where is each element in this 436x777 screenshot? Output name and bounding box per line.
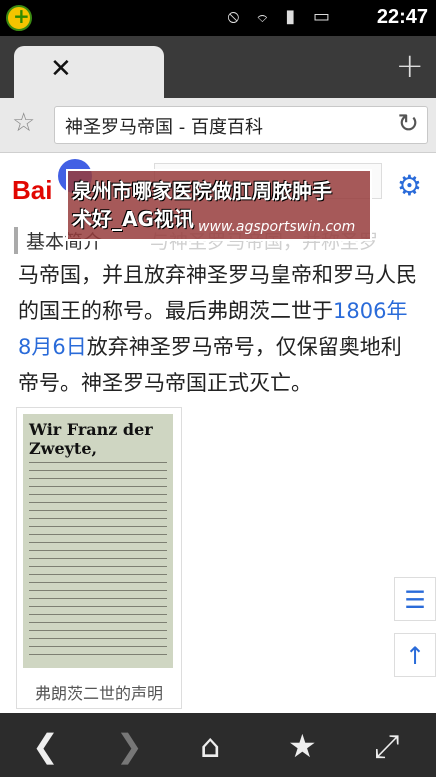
baidu-logo[interactable]: Bai <box>12 175 52 206</box>
document-text-lines <box>29 458 167 660</box>
table-of-contents-icon[interactable]: ☰ <box>394 577 436 621</box>
ad-overlay[interactable]: 泉州市哪家医院做肛周脓肿手 术好_AG视讯 www.agsportswin.co… <box>66 169 372 241</box>
article-text: 马帝国，并且放弃神圣罗马皇帝和罗马人民的国王的称号。最后弗朗茨二世于1806年8… <box>18 257 418 401</box>
document-image: Wir Franz der Zweyte, <box>23 414 173 668</box>
tab-strip: ✕ + <box>0 36 436 98</box>
clock: 22:47 <box>376 6 428 28</box>
page-title: 神圣罗马帝国 - 百度百科 <box>65 117 263 138</box>
back-icon[interactable]: ❮ <box>32 727 59 765</box>
app-notification-icon <box>6 4 32 31</box>
bookmarks-icon[interactable]: ★ <box>288 727 317 765</box>
home-icon[interactable]: ⌂ <box>200 727 220 765</box>
fullscreen-icon[interactable]: ⤢ <box>374 727 400 766</box>
back-to-top-icon[interactable]: ↑ <box>394 633 436 677</box>
figure-caption: 弗朗茨二世的声明 <box>34 684 163 703</box>
new-tab-icon[interactable]: + <box>396 46 425 86</box>
address-bar: ☆ 神圣罗马帝国 - 百度百科 ↻ <box>0 98 436 153</box>
web-content: Bai ⚙ 泉州市哪家医院做肛周脓肿手 术好_AG视讯 www.agsports… <box>0 153 436 713</box>
ad-url: www.agsportswin.com <box>198 219 356 235</box>
bookmark-star-icon[interactable]: ☆ <box>12 108 35 138</box>
close-tab-icon[interactable]: ✕ <box>50 54 72 84</box>
settings-gear-icon[interactable]: ⚙ <box>397 169 422 202</box>
system-status-icons: ⦸ ⌔ ▮ ▭ <box>227 6 336 27</box>
ad-line-1: 泉州市哪家医院做肛周脓肿手 <box>72 179 332 203</box>
figure-card[interactable]: Wir Franz der Zweyte, 弗朗茨二世的声明 <box>16 407 182 709</box>
forward-icon[interactable]: ❯ <box>116 727 143 765</box>
document-heading: Wir Franz der Zweyte, <box>29 420 153 458</box>
reload-icon[interactable]: ↻ <box>397 109 419 139</box>
status-bar: ⦸ ⌔ ▮ ▭ 22:47 <box>0 0 436 36</box>
browser-toolbar: ❮ ❯ ⌂ ★ ⤢ <box>0 713 436 777</box>
active-tab[interactable]: ✕ <box>14 46 164 98</box>
url-field[interactable]: 神圣罗马帝国 - 百度百科 ↻ <box>54 106 428 144</box>
ad-line-2: 术好_AG视讯 <box>72 207 194 231</box>
